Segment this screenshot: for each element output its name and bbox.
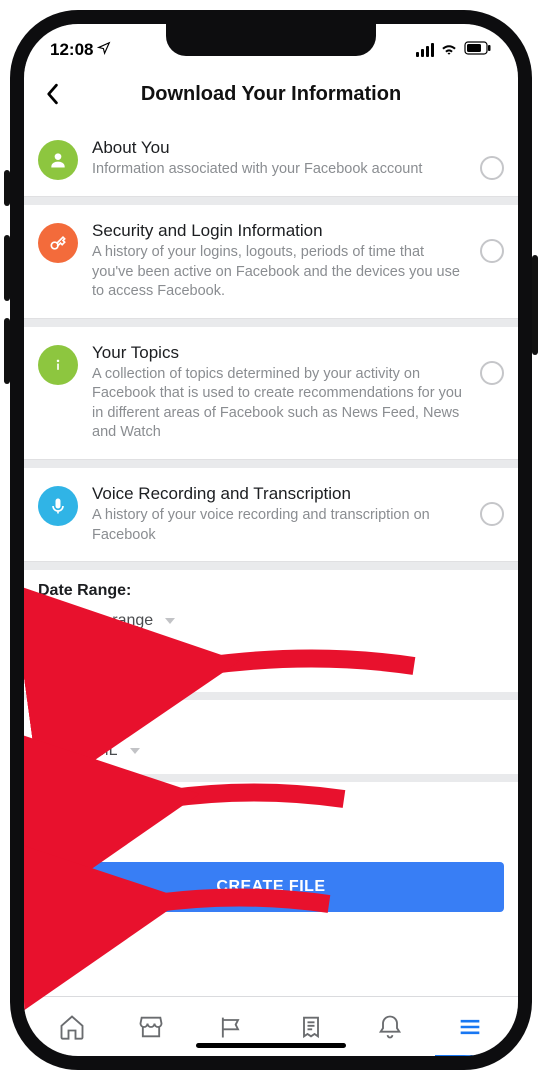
item-radio[interactable] bbox=[480, 239, 504, 263]
item-title: About You bbox=[92, 138, 466, 158]
date-range-selector[interactable]: Date range bbox=[38, 608, 504, 634]
item-radio[interactable] bbox=[480, 502, 504, 526]
date-range-label: Date Range: bbox=[38, 582, 504, 600]
chevron-down-icon bbox=[119, 830, 129, 836]
signal-icon bbox=[416, 43, 434, 57]
media-icon bbox=[38, 820, 64, 846]
divider bbox=[24, 197, 518, 205]
folder-download-icon bbox=[38, 738, 64, 764]
tab-menu[interactable] bbox=[455, 1012, 485, 1042]
battery-icon bbox=[464, 40, 492, 60]
status-time: 12:08 bbox=[50, 40, 93, 60]
date-range-block: Date Range: Date range Mar 1, 2021 Mar 1… bbox=[24, 570, 518, 692]
tab-home[interactable] bbox=[57, 1012, 87, 1042]
phone-notch bbox=[166, 24, 376, 56]
divider bbox=[24, 562, 518, 570]
media-quality-value: High bbox=[74, 824, 107, 842]
media-quality-block: Media Quality: High bbox=[24, 782, 518, 856]
page-header: Download Your Information bbox=[24, 70, 518, 122]
date-range-value: Date range bbox=[74, 612, 153, 630]
item-title: Your Topics bbox=[92, 343, 466, 363]
main-content: About You Information associated with yo… bbox=[24, 122, 518, 996]
location-icon bbox=[97, 40, 111, 60]
tab-notifications[interactable] bbox=[375, 1012, 405, 1042]
date-range-end: Mar 16, 2021 bbox=[74, 658, 504, 676]
clock-icon bbox=[38, 608, 64, 634]
item-radio[interactable] bbox=[480, 156, 504, 180]
create-file-button[interactable]: CREATE FILE bbox=[38, 862, 504, 912]
divider bbox=[24, 774, 518, 782]
date-range-start: Mar 1, 2021 bbox=[74, 634, 504, 652]
divider bbox=[24, 460, 518, 468]
divider bbox=[24, 692, 518, 700]
tab-news[interactable] bbox=[296, 1012, 326, 1042]
home-indicator[interactable] bbox=[196, 1043, 346, 1048]
media-quality-label: Media Quality: bbox=[38, 794, 504, 812]
format-value: HTML bbox=[74, 742, 118, 760]
item-title: Security and Login Information bbox=[92, 221, 466, 241]
item-desc: Information associated with your Faceboo… bbox=[92, 160, 466, 180]
phone-frame: 12:08 Download Your Information bbox=[10, 10, 532, 1070]
info-item-voice[interactable]: Voice Recording and Transcription A hist… bbox=[24, 468, 518, 562]
format-block: Format: HTML bbox=[24, 700, 518, 774]
tab-marketplace[interactable] bbox=[136, 1012, 166, 1042]
item-desc: A history of your logins, logouts, perio… bbox=[92, 243, 466, 302]
media-quality-selector[interactable]: High bbox=[38, 820, 504, 846]
key-icon bbox=[38, 223, 78, 263]
format-selector[interactable]: HTML bbox=[38, 738, 504, 764]
wifi-icon bbox=[440, 40, 458, 60]
person-icon bbox=[38, 140, 78, 180]
info-item-security[interactable]: Security and Login Information A history… bbox=[24, 205, 518, 319]
info-icon bbox=[38, 345, 78, 385]
item-desc: A history of your voice recording and tr… bbox=[92, 506, 466, 545]
chevron-down-icon bbox=[130, 748, 140, 754]
item-title: Voice Recording and Transcription bbox=[92, 484, 466, 504]
chevron-down-icon bbox=[165, 618, 175, 624]
divider bbox=[24, 319, 518, 327]
tab-groups[interactable] bbox=[216, 1012, 246, 1042]
item-radio[interactable] bbox=[480, 361, 504, 385]
info-item-topics[interactable]: Your Topics A collection of topics deter… bbox=[24, 327, 518, 460]
format-label: Format: bbox=[38, 712, 504, 730]
page-title: Download Your Information bbox=[38, 83, 504, 106]
info-item-about-you[interactable]: About You Information associated with yo… bbox=[24, 122, 518, 197]
mic-icon bbox=[38, 486, 78, 526]
item-desc: A collection of topics determined by you… bbox=[92, 365, 466, 443]
